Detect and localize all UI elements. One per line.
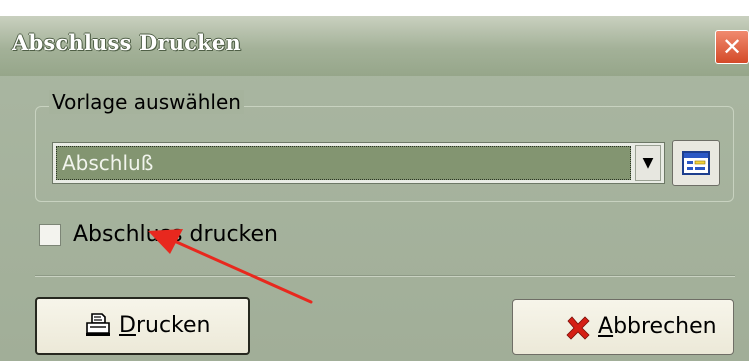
annotation-arrow bbox=[148, 229, 313, 304]
